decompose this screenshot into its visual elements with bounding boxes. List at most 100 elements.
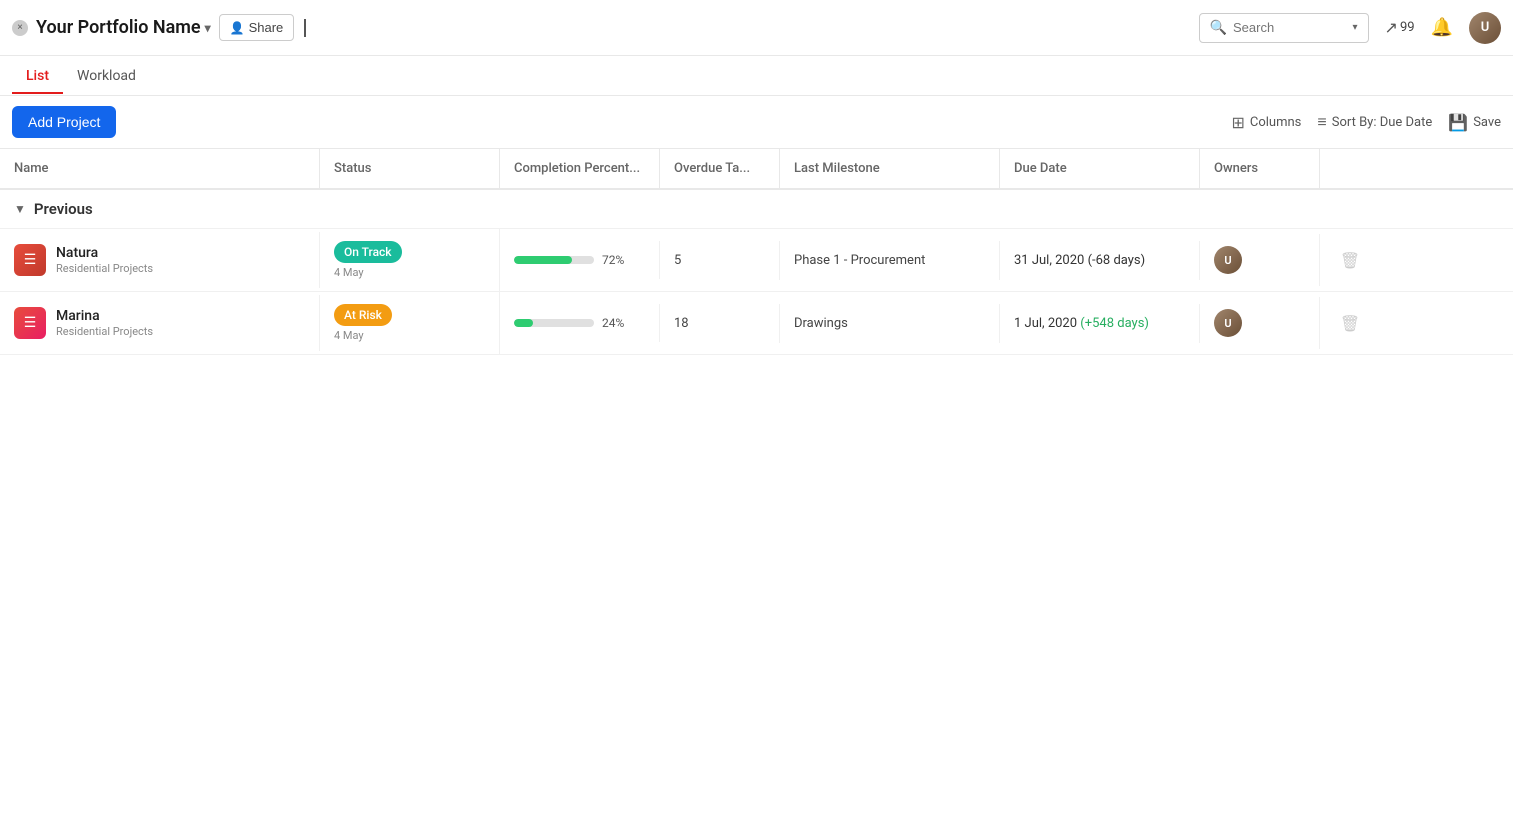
project-name-cell-natura: ☰ Natura Residential Projects: [14, 244, 305, 276]
columns-button[interactable]: ⊞ Columns: [1231, 113, 1301, 132]
owner-avatar-natura: U: [1214, 246, 1242, 274]
project-icon-symbol: ☰: [24, 315, 37, 331]
delete-button-natura[interactable]: 🗑: [1334, 251, 1366, 270]
avatar-image: U: [1469, 12, 1501, 44]
table-row: ☰ Marina Residential Projects At Risk 4 …: [0, 292, 1513, 355]
project-icon-natura: ☰: [14, 244, 46, 276]
cell-status-marina: At Risk 4 May: [320, 292, 500, 354]
status-date-natura: 4 May: [334, 266, 485, 279]
tab-workload[interactable]: Workload: [63, 58, 150, 94]
table-header: Name Status Completion Percent... Overdu…: [0, 148, 1513, 190]
progress-pct-marina: 24%: [602, 316, 624, 330]
add-project-button[interactable]: Add Project: [12, 106, 116, 138]
portfolio-name-text: Your Portfolio Name: [36, 17, 201, 38]
cell-milestone-natura: Phase 1 - Procurement: [780, 241, 1000, 280]
owner-avatar-marina: U: [1214, 309, 1242, 337]
avatar[interactable]: U: [1469, 12, 1501, 44]
due-date-text-natura: 31 Jul, 2020 (-68 days): [1014, 253, 1145, 268]
header: × Your Portfolio Name ▾ 👤 Share 🔍 ▾ ↗ 99…: [0, 0, 1513, 56]
overdue-count-marina: 18: [674, 316, 689, 331]
close-button[interactable]: ×: [12, 20, 28, 36]
share-icon: 👤: [230, 21, 245, 35]
group-header-previous[interactable]: ▼ Previous: [0, 190, 1513, 229]
save-label: Save: [1473, 115, 1501, 130]
notifications-count: 99: [1400, 20, 1415, 35]
search-box[interactable]: 🔍 ▾: [1199, 13, 1369, 43]
tab-workload-label: Workload: [77, 68, 136, 84]
project-name-text-marina: Marina: [56, 308, 153, 324]
tab-list-label: List: [26, 68, 49, 84]
cursor: [304, 19, 316, 37]
column-header-completion: Completion Percent...: [500, 149, 660, 188]
progress-cell-marina: 24%: [514, 316, 645, 330]
cell-actions-natura: 🗑: [1320, 239, 1380, 282]
cell-actions-marina: 🗑: [1320, 302, 1380, 345]
tabs-bar: List Workload: [0, 56, 1513, 96]
milestone-text-marina: Drawings: [794, 316, 848, 331]
toolbar: Add Project ⊞ Columns ≡ Sort By: Due Dat…: [0, 96, 1513, 148]
progress-bar-fill-marina: [514, 319, 533, 327]
search-input[interactable]: [1233, 20, 1347, 35]
share-label: Share: [249, 20, 284, 35]
cell-duedate-marina: 1 Jul, 2020 (+548 days): [1000, 304, 1200, 343]
progress-bar-fill-natura: [514, 256, 572, 264]
columns-icon: ⊞: [1231, 113, 1244, 132]
cell-overdue-marina: 18: [660, 304, 780, 343]
cell-status-natura: On Track 4 May: [320, 229, 500, 291]
tab-list[interactable]: List: [12, 58, 63, 94]
progress-cell-natura: 72%: [514, 253, 645, 267]
project-icon-marina: ☰: [14, 307, 46, 339]
table-container: Name Status Completion Percent... Overdu…: [0, 148, 1513, 355]
status-badge-marina: At Risk: [334, 304, 392, 326]
cursor-indicator: [302, 19, 316, 37]
header-left: × Your Portfolio Name ▾ 👤 Share: [12, 14, 1199, 41]
status-date-marina: 4 May: [334, 329, 485, 342]
due-date-text-marina: 1 Jul, 2020 (+548 days): [1014, 316, 1149, 331]
search-icon: 🔍: [1210, 20, 1227, 36]
add-project-label: Add Project: [28, 114, 100, 130]
project-subtitle-marina: Residential Projects: [56, 325, 153, 338]
column-header-owners: Owners: [1200, 149, 1320, 188]
project-info-natura: Natura Residential Projects: [56, 245, 153, 275]
trend-notifications[interactable]: ↗ 99: [1385, 18, 1415, 37]
cell-name-natura: ☰ Natura Residential Projects: [0, 232, 320, 288]
cell-name-marina: ☰ Marina Residential Projects: [0, 295, 320, 351]
group-label: Previous: [34, 200, 93, 218]
toolbar-right: ⊞ Columns ≡ Sort By: Due Date 💾 Save: [1231, 112, 1501, 132]
trend-icon: ↗: [1385, 18, 1398, 37]
sort-button[interactable]: ≡ Sort By: Due Date: [1317, 112, 1432, 132]
share-button[interactable]: 👤 Share: [219, 14, 295, 41]
status-badge-natura: On Track: [334, 241, 402, 263]
cell-milestone-marina: Drawings: [780, 304, 1000, 343]
cell-duedate-natura: 31 Jul, 2020 (-68 days): [1000, 241, 1200, 280]
save-button[interactable]: 💾 Save: [1448, 113, 1501, 132]
search-dropdown-icon[interactable]: ▾: [1353, 22, 1358, 33]
progress-bar-bg-natura: [514, 256, 594, 264]
cell-overdue-natura: 5: [660, 241, 780, 280]
progress-pct-natura: 72%: [602, 253, 624, 267]
header-right: 🔍 ▾ ↗ 99 🔔 U: [1199, 12, 1501, 44]
bell-icon[interactable]: 🔔: [1431, 17, 1453, 38]
cell-owners-marina: U: [1200, 297, 1320, 349]
close-icon: ×: [17, 22, 22, 33]
cell-completion-marina: 24%: [500, 304, 660, 342]
project-info-marina: Marina Residential Projects: [56, 308, 153, 338]
group-chevron-icon: ▼: [14, 202, 26, 216]
project-name-text-natura: Natura: [56, 245, 153, 261]
cell-owners-natura: U: [1200, 234, 1320, 286]
project-icon-symbol: ☰: [24, 252, 37, 268]
portfolio-title[interactable]: Your Portfolio Name ▾: [36, 17, 211, 38]
columns-label: Columns: [1250, 115, 1302, 130]
sort-label: Sort By: Due Date: [1332, 115, 1433, 130]
chevron-down-icon: ▾: [205, 21, 211, 35]
overdue-count-natura: 5: [674, 253, 681, 268]
cell-completion-natura: 72%: [500, 241, 660, 279]
delete-button-marina[interactable]: 🗑: [1334, 314, 1366, 333]
project-subtitle-natura: Residential Projects: [56, 262, 153, 275]
progress-bar-bg-marina: [514, 319, 594, 327]
column-header-status: Status: [320, 149, 500, 188]
column-header-actions: [1320, 149, 1380, 188]
column-header-overdue: Overdue Ta...: [660, 149, 780, 188]
column-header-milestone: Last Milestone: [780, 149, 1000, 188]
milestone-text-natura: Phase 1 - Procurement: [794, 253, 925, 268]
